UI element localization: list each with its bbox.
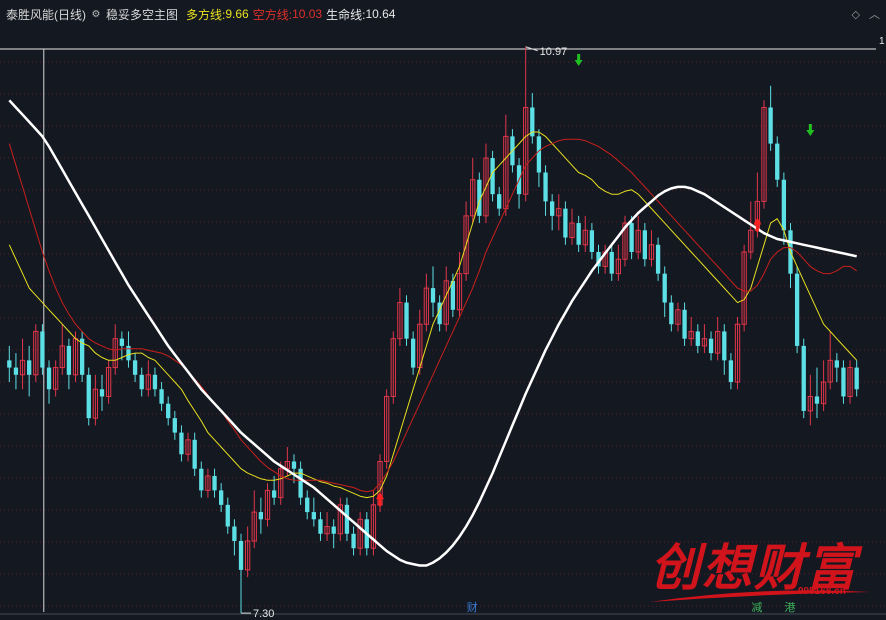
candle-body-down xyxy=(669,302,674,325)
candle-body-down xyxy=(318,519,323,534)
candle-body-down xyxy=(225,504,230,527)
candle-body-down xyxy=(271,490,277,498)
buy-arrow-icon xyxy=(376,492,385,507)
candle-body-down xyxy=(430,288,436,303)
candle-body-down xyxy=(589,230,595,252)
candlestick-chart[interactable]: 10.977.301财减港 xyxy=(0,0,886,620)
sell-arrow-icon xyxy=(806,124,815,136)
short-line-value: 10.03 xyxy=(292,7,323,21)
candle-body-down xyxy=(159,389,164,404)
edge-price-label: 1 xyxy=(879,36,885,47)
candle-body-down xyxy=(404,302,409,339)
candle-body-down xyxy=(126,345,131,361)
candle-body-down xyxy=(132,360,138,375)
candle-body-down xyxy=(199,468,204,491)
candle-body-down xyxy=(563,208,568,238)
candle-body-down xyxy=(305,497,310,513)
candle-body-down xyxy=(119,338,125,346)
candle-body-down xyxy=(728,360,734,383)
candle-body-down xyxy=(99,389,105,397)
candle-body-down xyxy=(258,512,264,520)
candle-body-down xyxy=(238,540,244,570)
candle-body-down xyxy=(854,367,859,390)
candle-body-down xyxy=(166,403,171,419)
candle-body-down xyxy=(192,439,197,469)
candle-body-down xyxy=(695,331,700,346)
candle-body-down xyxy=(609,251,614,274)
candle-body-down xyxy=(662,273,667,303)
candle-body-down xyxy=(708,338,714,354)
candle-body-down xyxy=(152,374,158,390)
candle-body-down xyxy=(536,136,542,173)
candle-body-down xyxy=(543,172,548,202)
high-price-label: 10.97 xyxy=(540,46,568,58)
life-line-value: 10.64 xyxy=(365,7,396,21)
candle-body-down xyxy=(722,331,727,361)
candle-body-down xyxy=(801,345,806,411)
life-line-label: 生命线: xyxy=(326,7,366,22)
candle-body-down xyxy=(775,143,780,180)
candle-body-down xyxy=(351,533,356,549)
candle-body-down xyxy=(219,490,224,505)
candle-body-down xyxy=(212,475,217,491)
candle-body-down xyxy=(550,201,555,216)
candle-body-down xyxy=(13,367,19,375)
candle-body-down xyxy=(794,273,800,346)
candle-body-down xyxy=(179,432,184,455)
stock-name[interactable]: 泰胜风能(日线) xyxy=(6,6,86,23)
sell-arrow-icon xyxy=(574,54,583,66)
candle-body-down xyxy=(40,331,45,368)
low-price-label: 7.30 xyxy=(253,608,274,620)
candle-body-down xyxy=(66,345,72,375)
candle-body-down xyxy=(291,461,297,469)
candle-body-down xyxy=(497,194,502,209)
watermark-url: 995168.cn xyxy=(798,586,846,597)
chart-header: 泰胜风能(日线) ⚙ 稳妥多空主图 多方线: 9.66 空方线: 10.03 生… xyxy=(0,0,886,28)
chart-controls: ◇ ︿ xyxy=(845,6,880,22)
event-marker: 财 xyxy=(467,600,478,614)
candle-body-down xyxy=(27,360,32,375)
candle-body-down xyxy=(86,374,91,419)
candle-body-down xyxy=(139,374,144,390)
chevron-up-icon[interactable]: ︿ xyxy=(869,9,880,21)
candle-body-down xyxy=(46,367,52,390)
settings-icon[interactable]: ⚙ xyxy=(90,9,102,20)
candle-body-down xyxy=(172,418,177,433)
long-line-label: 多方线: xyxy=(186,7,226,22)
candle-body-down xyxy=(629,223,634,252)
indicator-name[interactable]: 稳妥多空主图 xyxy=(106,6,178,23)
candle-body-down xyxy=(814,396,820,404)
long-line-value: 9.66 xyxy=(225,7,249,21)
candle-body-down xyxy=(781,179,787,231)
candle-body-down xyxy=(232,526,237,541)
candle-body-down xyxy=(642,230,647,260)
candle-body-down xyxy=(311,512,316,520)
candle-body-down xyxy=(768,107,773,144)
candle-body-down xyxy=(682,309,687,339)
life-line-series xyxy=(8,99,857,567)
candle-body-down xyxy=(655,244,661,274)
watermark: 创想财富 995168.cn xyxy=(640,528,880,608)
candle-body-down xyxy=(834,360,839,368)
short-line-label: 空方线: xyxy=(252,7,293,22)
diamond-icon[interactable]: ◇ xyxy=(851,9,859,21)
candle-body-down xyxy=(841,367,846,397)
candle-body-down xyxy=(576,223,581,245)
candle-body-down xyxy=(410,338,416,368)
candle-body-down xyxy=(331,526,336,534)
candle-body-down xyxy=(7,360,12,368)
